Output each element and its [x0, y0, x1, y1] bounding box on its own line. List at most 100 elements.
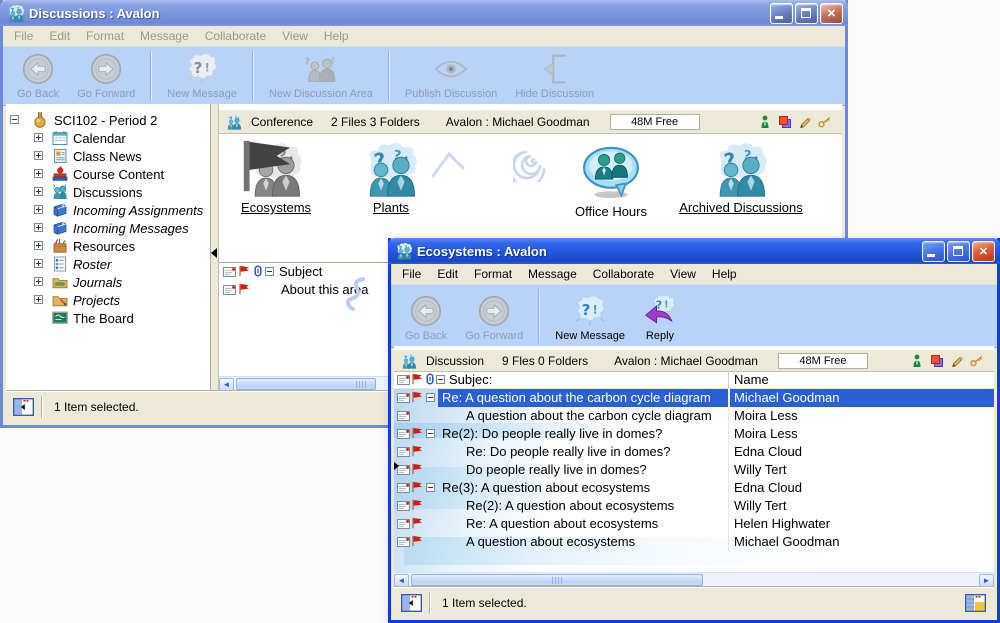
tree-expander-icon[interactable]	[34, 295, 43, 304]
message-row[interactable]: Re: A question about the carbon cycle di…	[394, 389, 994, 407]
new-discussion-area-icon	[304, 53, 338, 85]
menu-item[interactable]: Message	[132, 27, 197, 45]
tree-item[interactable]: Course Content	[6, 165, 210, 183]
menu-item[interactable]: Collaborate	[585, 265, 662, 283]
scroll-right-button[interactable]	[979, 574, 994, 588]
column-divider[interactable]	[728, 372, 729, 388]
menu-item[interactable]: Collaborate	[197, 27, 274, 45]
collapse-all-icon[interactable]	[436, 375, 445, 384]
toolbar-button[interactable]: Publish Discussion	[396, 47, 506, 105]
menu-item[interactable]: Format	[466, 265, 520, 283]
collapse-thread-icon[interactable]	[426, 483, 435, 492]
collapse-all-icon[interactable]	[265, 267, 274, 276]
menu-item[interactable]: Format	[78, 27, 132, 45]
notebook-icon	[52, 202, 68, 218]
conference-item[interactable]: Plants	[316, 140, 466, 215]
tree-item[interactable]: Incoming Messages	[6, 219, 210, 237]
conference-item[interactable]: Archived Discussions	[666, 140, 816, 215]
tree-expander-icon[interactable]	[34, 187, 43, 196]
minimize-button[interactable]	[770, 3, 793, 24]
panel-toggle-icon[interactable]	[401, 594, 422, 612]
maximize-button[interactable]	[795, 3, 818, 24]
scrollbar-thumb[interactable]	[236, 378, 376, 390]
message-row[interactable]: Do people really live in domes? Willy Te…	[394, 461, 994, 479]
layers-icon[interactable]	[778, 115, 792, 129]
toolbar-button[interactable]: Go Forward	[68, 47, 144, 105]
tree-expander-icon[interactable]	[10, 115, 19, 124]
tree-expander-icon[interactable]	[34, 169, 43, 178]
tree-item[interactable]: Discussions	[6, 183, 210, 201]
tree-item[interactable]: Incoming Assignments	[6, 201, 210, 219]
toolbar-button[interactable]: New Message	[158, 47, 246, 105]
key-pencil-icon[interactable]	[970, 354, 984, 368]
panel-toggle-icon[interactable]	[13, 398, 34, 416]
minimize-button[interactable]	[922, 241, 945, 262]
message-row[interactable]: A question about ecosystems Michael Good…	[394, 533, 994, 551]
person-green-icon[interactable]	[758, 115, 772, 129]
tree-expander-icon[interactable]	[34, 205, 43, 214]
subject-column-header[interactable]: Subject	[279, 264, 322, 279]
menu-item[interactable]: Help	[316, 27, 357, 45]
horizontal-scrollbar[interactable]	[394, 572, 994, 588]
pencil-icon[interactable]	[798, 115, 812, 129]
subject-column-header[interactable]: Subjec:	[449, 372, 492, 387]
key-pencil-icon[interactable]	[818, 115, 832, 129]
tree-expander-icon[interactable]	[34, 223, 43, 232]
menu-item[interactable]: Edit	[429, 265, 466, 283]
message-row[interactable]: Re: Do people really live in domes? Edna…	[394, 443, 994, 461]
pencil-icon[interactable]	[950, 354, 964, 368]
menu-item[interactable]: File	[394, 265, 429, 283]
menu-item[interactable]: Help	[704, 265, 745, 283]
conference-item[interactable]: Office Hours	[536, 144, 686, 219]
toolbar-button[interactable]: Go Back	[396, 285, 456, 347]
tree-expander-icon[interactable]	[34, 151, 43, 160]
maximize-button[interactable]	[947, 241, 970, 262]
splitter-collapse-arrow[interactable]	[394, 461, 405, 471]
tree-item[interactable]: Resources	[6, 237, 210, 255]
menu-item[interactable]: View	[662, 265, 704, 283]
close-button[interactable]	[820, 3, 843, 24]
tree-item[interactable]: Journals	[6, 273, 210, 291]
person-green-icon[interactable]	[910, 354, 924, 368]
scrollbar-thumb[interactable]	[411, 574, 703, 586]
message-row[interactable]: Re: A question about ecosystems Helen Hi…	[394, 515, 994, 533]
free-space-indicator: 48M Free	[610, 114, 700, 130]
menu-item[interactable]: Edit	[41, 27, 78, 45]
titlebar[interactable]: Ecosystems : Avalon	[388, 238, 1000, 264]
titlebar[interactable]: Discussions : Avalon	[0, 0, 848, 26]
toolbar-button[interactable]: Go Back	[8, 47, 68, 105]
splitter-collapse-arrow[interactable]	[211, 248, 217, 258]
tree-expander-icon[interactable]	[34, 241, 43, 250]
tree-expander-icon[interactable]	[34, 259, 43, 268]
message-row[interactable]: Re(3): A question about ecosystems Edna …	[394, 479, 994, 497]
tree-item[interactable]: Calendar	[6, 129, 210, 147]
tree-item[interactable]: Class News	[6, 147, 210, 165]
toolbar-button[interactable]: New Discussion Area	[260, 47, 382, 105]
layers-icon[interactable]	[930, 354, 944, 368]
tree-item[interactable]: The Board	[6, 309, 210, 327]
collapse-thread-icon[interactable]	[426, 429, 435, 438]
message-row[interactable]: A question about the carbon cycle diagra…	[394, 407, 994, 425]
toolbar-button[interactable]: New Message	[546, 285, 634, 347]
toolbar-button[interactable]: Hide Discussion	[506, 47, 603, 105]
tree-item[interactable]: Roster	[6, 255, 210, 273]
conference-item-label: Plants	[373, 200, 409, 215]
collapse-thread-icon[interactable]	[426, 393, 435, 402]
menu-item[interactable]: Message	[520, 265, 585, 283]
toolbar-button-label: Go Forward	[77, 88, 135, 100]
tree-expander-icon[interactable]	[34, 277, 43, 286]
name-column-header[interactable]: Name	[734, 372, 769, 387]
scroll-left-button[interactable]	[394, 574, 409, 588]
toolbar-button[interactable]: Reply	[634, 285, 686, 347]
close-button[interactable]	[972, 241, 995, 262]
tree-item[interactable]: Projects	[6, 291, 210, 309]
message-row[interactable]: Re(2): Do people really live in domes? M…	[394, 425, 994, 443]
menu-item[interactable]: View	[274, 27, 316, 45]
layout-icon[interactable]	[965, 594, 986, 612]
message-row[interactable]: Re(2): A question about ecosystems Willy…	[394, 497, 994, 515]
toolbar-button[interactable]: Go Forward	[456, 285, 532, 347]
tree-item[interactable]: SCI102 - Period 2	[6, 111, 210, 129]
tree-expander-icon[interactable]	[34, 133, 43, 142]
scroll-left-button[interactable]	[219, 378, 234, 392]
menu-item[interactable]: File	[6, 27, 41, 45]
